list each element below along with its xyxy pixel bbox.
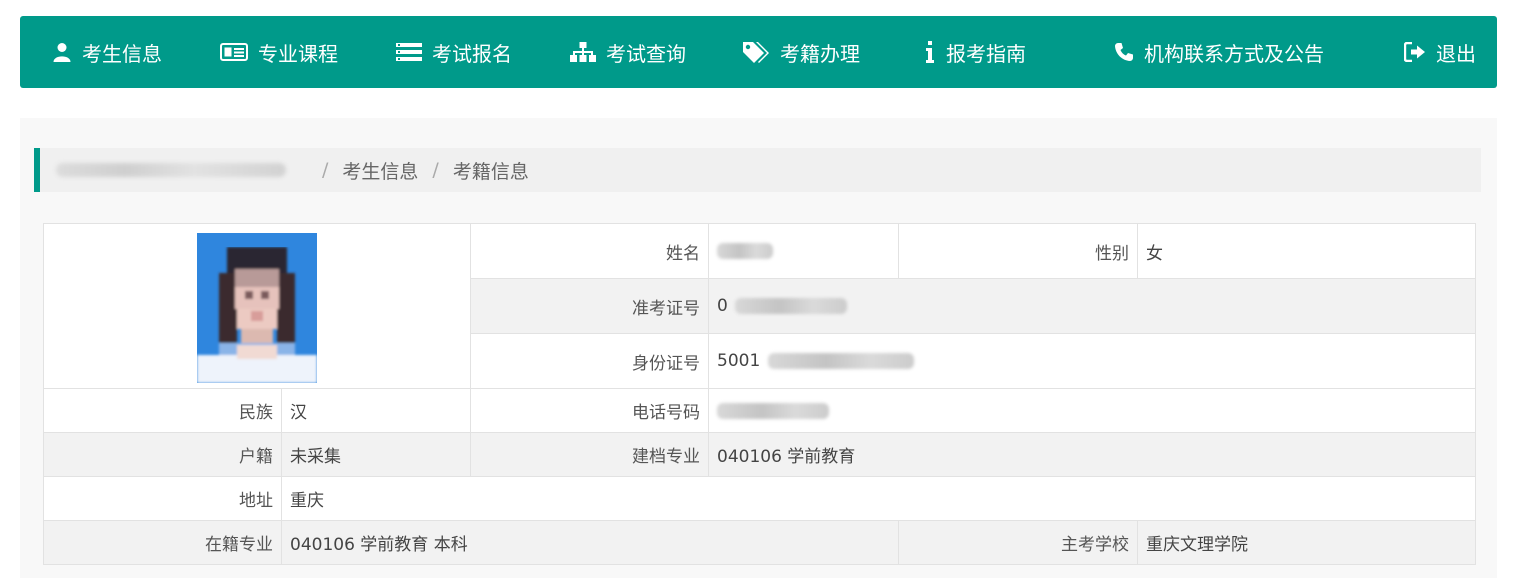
redacted-admission-number: [735, 298, 848, 314]
address-label: 地址: [43, 476, 282, 521]
name-value: [708, 223, 899, 279]
redacted-name: [717, 243, 773, 259]
name-label: 姓名: [470, 223, 709, 279]
admission-number-value: 0: [708, 278, 1476, 334]
id-number-label: 身份证号: [470, 333, 709, 389]
breadcrumb-item-registry-info: 考籍信息: [452, 160, 529, 183]
id-card-icon: [220, 43, 248, 61]
filed-major-value: 040106 学前教育: [708, 432, 1476, 477]
student-photo: [197, 233, 317, 383]
household-value: 未采集: [281, 432, 471, 477]
breadcrumb-separator: /: [322, 159, 329, 181]
table-row: 民族 汉 电话号码: [43, 388, 1476, 433]
table-row: 户籍 未采集 建档专业 040106 学前教育: [43, 432, 1476, 477]
nav-exam-guide[interactable]: 报考指南: [924, 16, 1026, 88]
nav-exam-query[interactable]: 考试查询: [570, 16, 686, 88]
phone-value: [708, 388, 1476, 433]
table-row: 地址 重庆: [43, 476, 1476, 521]
nav-label: 考试报名: [432, 41, 512, 66]
id-number-prefix: 5001: [717, 351, 761, 371]
breadcrumb-item-student-info[interactable]: 考生信息: [342, 157, 418, 184]
redacted-phone: [717, 402, 829, 419]
nav-major-courses[interactable]: 专业课程: [220, 16, 338, 88]
nav-label: 考生信息: [82, 41, 162, 66]
household-label: 户籍: [43, 432, 282, 477]
enrolled-major-label: 在籍专业: [43, 520, 282, 565]
admission-number-prefix: 0: [717, 296, 728, 316]
gender-label: 性别: [898, 223, 1138, 279]
nav-label: 考籍办理: [780, 41, 860, 66]
nav-student-info[interactable]: 考生信息: [52, 16, 162, 88]
top-navbar: 考生信息 专业课程 考试报名 考试查询 考籍办理 报考指南 机构联系方式及公告 …: [20, 16, 1497, 88]
nav-label: 机构联系方式及公告: [1144, 41, 1324, 66]
filed-major-label: 建档专业: [470, 432, 709, 477]
address-value: 重庆: [281, 476, 1476, 521]
id-number-value: 5001: [708, 333, 1476, 389]
redacted-id-number: [767, 353, 914, 369]
breadcrumb-redacted-home[interactable]: [56, 163, 286, 177]
sign-out-icon: [1404, 42, 1426, 62]
nav-label: 专业课程: [258, 41, 338, 66]
school-value: 重庆文理学院: [1137, 520, 1476, 565]
student-info-table: 姓名 性别 女 准考证号 0 身份证号 5001 民族 汉 电话号码 户籍 未采…: [43, 223, 1476, 565]
tags-icon: [742, 41, 770, 63]
nav-exam-registration[interactable]: 考试报名: [396, 16, 512, 88]
sitemap-icon: [570, 42, 596, 62]
school-label: 主考学校: [898, 520, 1138, 565]
info-icon: [924, 41, 936, 63]
nav-registry-handling[interactable]: 考籍办理: [742, 16, 860, 88]
user-icon: [52, 42, 72, 62]
nav-label: 考试查询: [606, 41, 686, 66]
list-icon: [396, 42, 422, 62]
table-row: 在籍专业 040106 学前教育 本科 主考学校 重庆文理学院: [43, 520, 1476, 565]
ethnicity-label: 民族: [43, 388, 282, 433]
ethnicity-value: 汉: [281, 388, 471, 433]
breadcrumb-separator: /: [432, 159, 439, 181]
table-row: 姓名 性别 女: [43, 223, 1476, 389]
nav-logout[interactable]: 退出: [1404, 16, 1476, 88]
photo-cell: [43, 223, 471, 389]
breadcrumb: / 考生信息 / 考籍信息: [34, 148, 1481, 192]
gender-value: 女: [1137, 223, 1476, 279]
enrolled-major-value: 040106 学前教育 本科: [281, 520, 899, 565]
nav-label: 报考指南: [946, 41, 1026, 66]
phone-label: 电话号码: [470, 388, 709, 433]
nav-contacts-announcements[interactable]: 机构联系方式及公告: [1114, 16, 1324, 88]
nav-label: 退出: [1436, 41, 1476, 66]
phone-icon: [1114, 42, 1134, 62]
admission-number-label: 准考证号: [470, 278, 709, 334]
